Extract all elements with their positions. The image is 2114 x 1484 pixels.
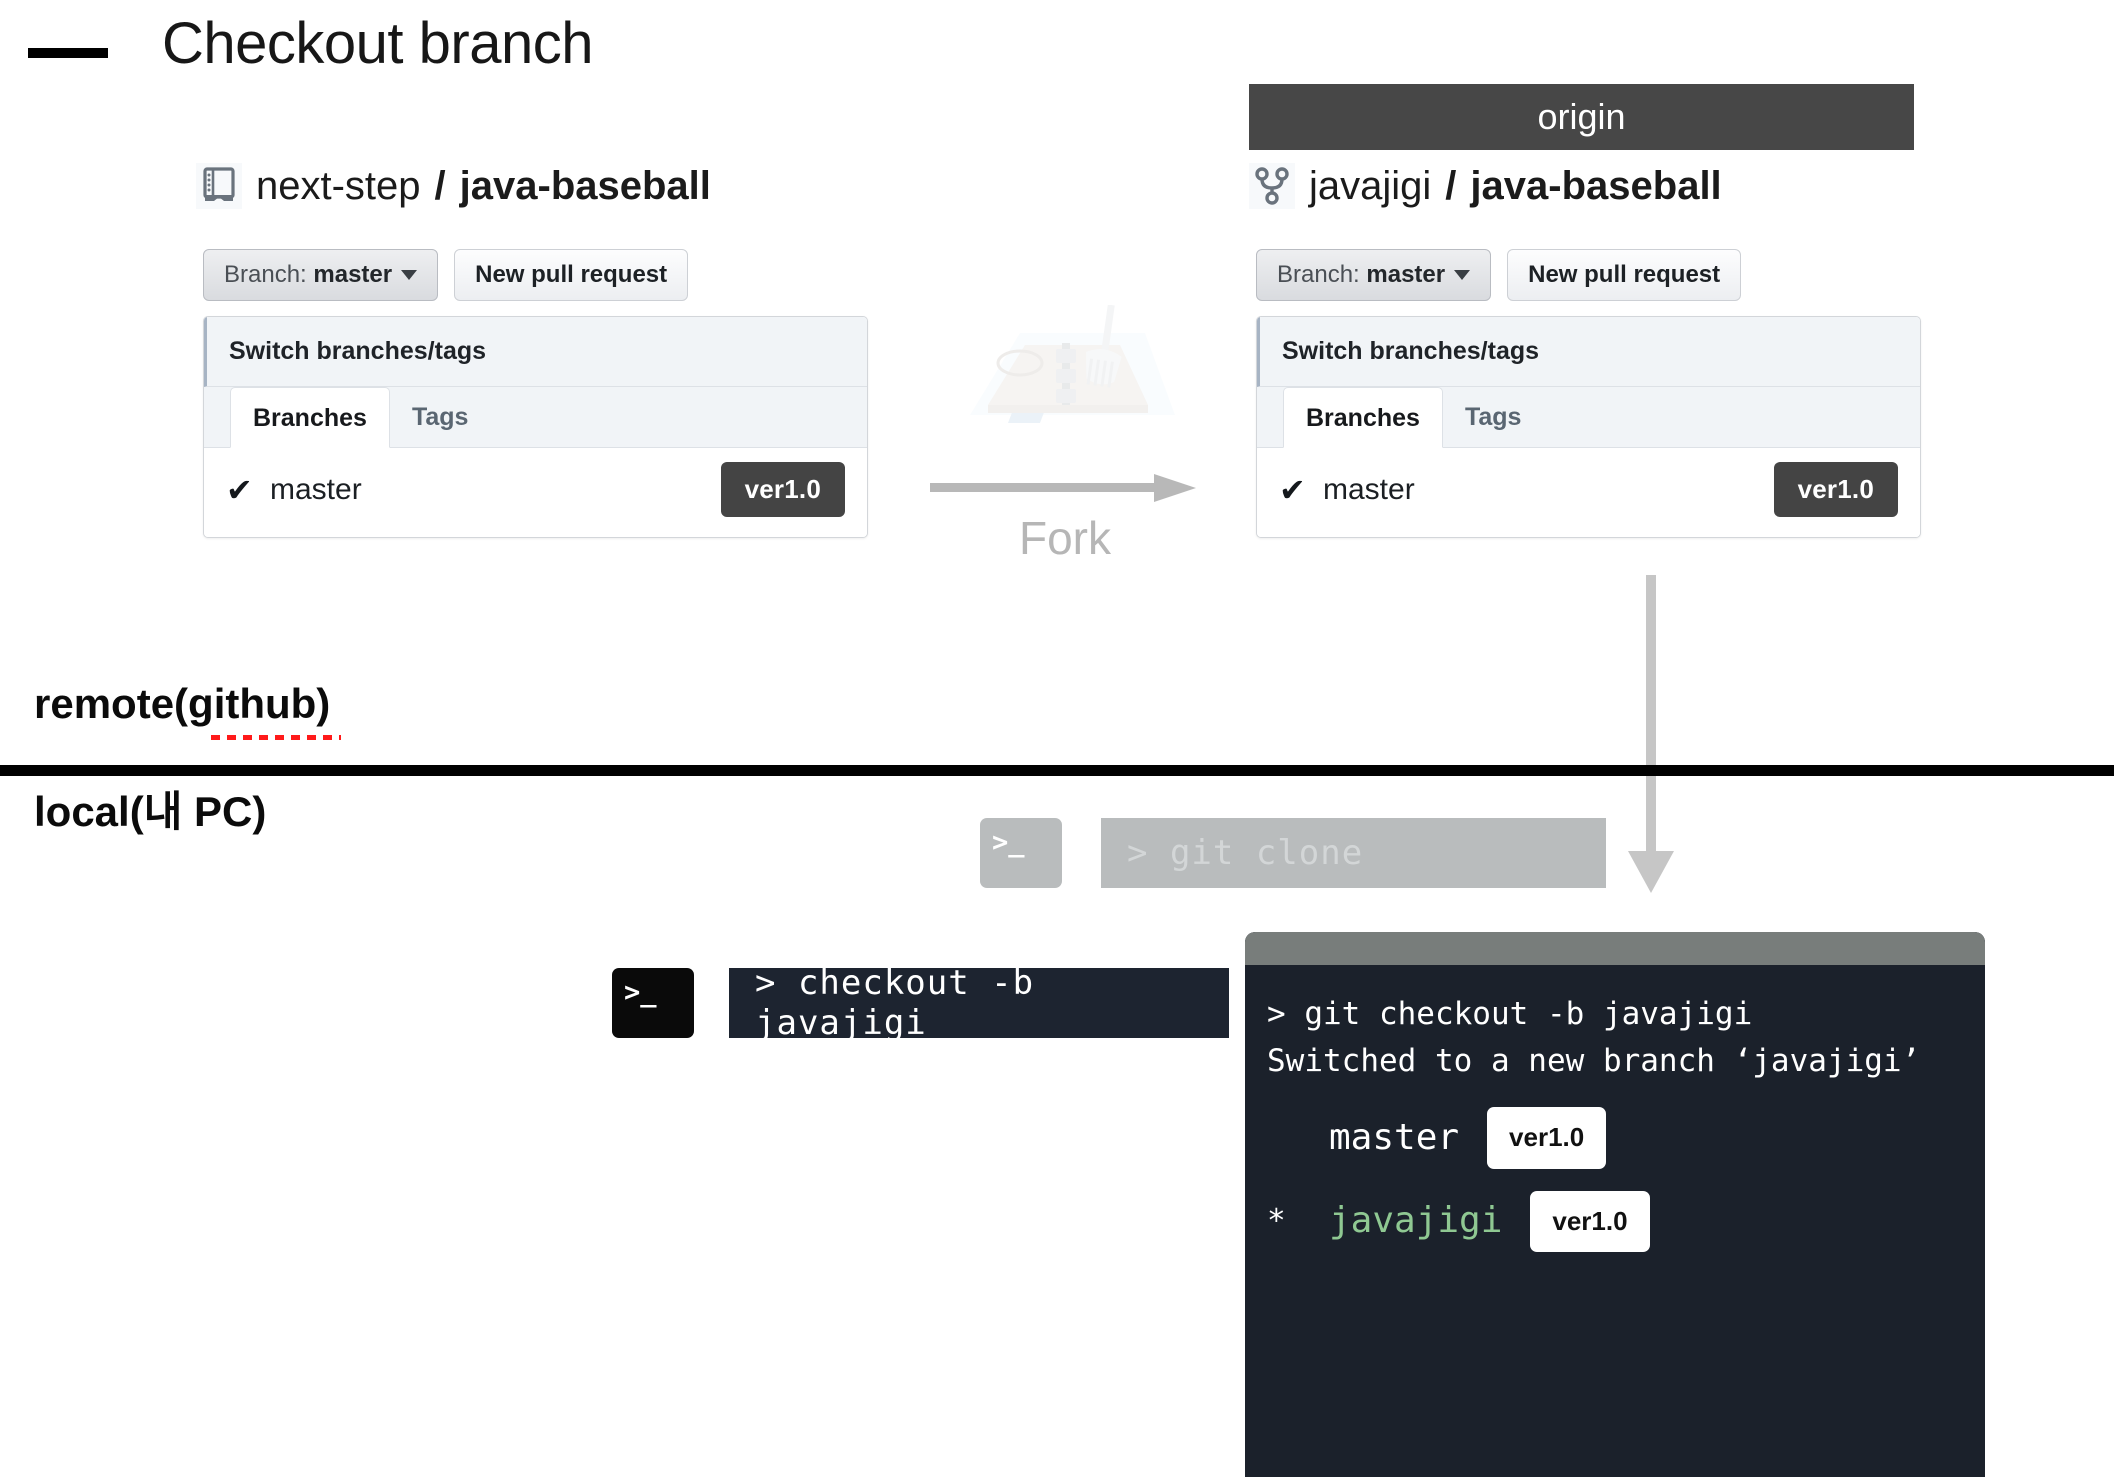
right-repo-separator: / bbox=[1445, 163, 1457, 208]
right-branch-row-name: master bbox=[1323, 472, 1415, 506]
left-repo-name: java-baseball bbox=[459, 163, 711, 208]
repo-fork-icon bbox=[1249, 163, 1295, 209]
right-branch-value: master bbox=[1366, 261, 1446, 288]
left-branch-selector-button[interactable]: Branch: master bbox=[203, 249, 439, 301]
right-branch-dropdown: Switch branches/tags Branches Tags ✔ mas… bbox=[1256, 316, 1921, 538]
terminal-branch-version-badge: ver1.0 bbox=[1530, 1190, 1650, 1253]
right-branch-row-master[interactable]: ✔ master ver1.0 bbox=[1257, 448, 1920, 537]
spellcheck-underline bbox=[211, 735, 341, 740]
terminal-prompt-icon: >_ bbox=[980, 818, 1062, 888]
checkout-command-bar: > checkout -b javajigi bbox=[729, 963, 1229, 1043]
left-dropdown-header: Switch branches/tags bbox=[204, 317, 867, 387]
left-repo-title: next-step / java-baseball bbox=[196, 163, 711, 209]
right-repo-title: javajigi / java-baseball bbox=[1249, 163, 1722, 209]
chevron-down-icon bbox=[1454, 270, 1471, 280]
left-tab-tags[interactable]: Tags bbox=[390, 387, 491, 447]
page-title: Checkout branch bbox=[162, 11, 593, 76]
terminal-body: > git checkout -b javajigi Switched to a… bbox=[1245, 965, 1985, 1253]
right-repo-button-row: Branch: master New pull request bbox=[1256, 249, 1742, 301]
left-new-pull-request-button[interactable]: New pull request bbox=[454, 249, 689, 301]
right-branch-prefix: Branch: bbox=[1277, 261, 1367, 288]
right-dropdown-tabs: Branches Tags bbox=[1257, 387, 1920, 448]
fork-illustration-group: Fork bbox=[915, 305, 1215, 565]
left-branch-version-badge: ver1.0 bbox=[720, 462, 845, 517]
remote-local-divider bbox=[0, 765, 2114, 776]
terminal-branch-marker: * bbox=[1267, 1202, 1286, 1239]
terminal-branch-marker bbox=[1267, 1114, 1329, 1161]
right-tab-tags[interactable]: Tags bbox=[1443, 387, 1544, 447]
left-branch-value: master bbox=[313, 261, 393, 288]
repo-book-icon bbox=[196, 163, 242, 209]
chevron-down-icon bbox=[401, 270, 418, 280]
terminal-branch-name: master bbox=[1329, 1116, 1460, 1158]
terminal-title-bar[interactable] bbox=[1245, 932, 1985, 965]
git-clone-command-bar: > git clone bbox=[1101, 818, 1606, 888]
left-branch-row-name: master bbox=[270, 472, 362, 506]
checkout-command-group: >_ > checkout -b javajigi bbox=[612, 963, 1229, 1043]
right-branch-version-badge: ver1.0 bbox=[1773, 462, 1898, 517]
right-new-pull-request-button[interactable]: New pull request bbox=[1507, 249, 1742, 301]
terminal-branch-row-javajigi: * javajigi ver1.0 bbox=[1267, 1190, 1963, 1253]
fork-illustration-icon bbox=[970, 305, 1175, 423]
right-repo-owner: javajigi bbox=[1309, 163, 1432, 208]
terminal-window: > git checkout -b javajigi Switched to a… bbox=[1245, 932, 1985, 1477]
left-branch-row-master[interactable]: ✔ master ver1.0 bbox=[204, 448, 867, 537]
terminal-prompt-icon: >_ bbox=[612, 968, 694, 1038]
terminal-line-output: Switched to a new branch ‘javajigi’ bbox=[1267, 1043, 1921, 1080]
left-branch-prefix: Branch: bbox=[224, 261, 314, 288]
clone-down-arrow-icon bbox=[1628, 575, 1674, 893]
terminal-branch-version-badge: ver1.0 bbox=[1487, 1107, 1607, 1169]
right-repo-name: java-baseball bbox=[1470, 163, 1722, 208]
left-repo-separator: / bbox=[434, 163, 446, 208]
right-tab-branches[interactable]: Branches bbox=[1283, 387, 1443, 448]
terminal-branch-name: javajigi bbox=[1329, 1200, 1503, 1242]
check-icon: ✔ bbox=[226, 471, 253, 508]
right-branch-selector-button[interactable]: Branch: master bbox=[1256, 249, 1492, 301]
git-clone-command-group: >_ > git clone bbox=[980, 818, 1606, 888]
check-icon: ✔ bbox=[1279, 471, 1306, 508]
left-tab-branches[interactable]: Branches bbox=[230, 387, 390, 448]
left-dropdown-tabs: Branches Tags bbox=[204, 387, 867, 448]
origin-header-bar: origin bbox=[1249, 84, 1914, 150]
left-repo-button-row: Branch: master New pull request bbox=[203, 249, 689, 301]
remote-zone-label: remote(github) bbox=[34, 680, 331, 727]
title-dash-decoration bbox=[28, 48, 108, 58]
right-dropdown-header: Switch branches/tags bbox=[1257, 317, 1920, 387]
local-zone-label: local(내 PC) bbox=[34, 788, 267, 835]
fork-arrow-icon bbox=[930, 474, 1196, 502]
left-repo-owner: next-step bbox=[256, 163, 421, 208]
terminal-branch-row-master: master ver1.0 bbox=[1267, 1107, 1963, 1169]
fork-label: Fork bbox=[1019, 512, 1111, 564]
slide-canvas: Checkout branch next-step / java-basebal… bbox=[0, 0, 2114, 1484]
terminal-line-command: > git checkout -b javajigi bbox=[1267, 996, 1753, 1032]
left-branch-dropdown: Switch branches/tags Branches Tags ✔ mas… bbox=[203, 316, 868, 538]
